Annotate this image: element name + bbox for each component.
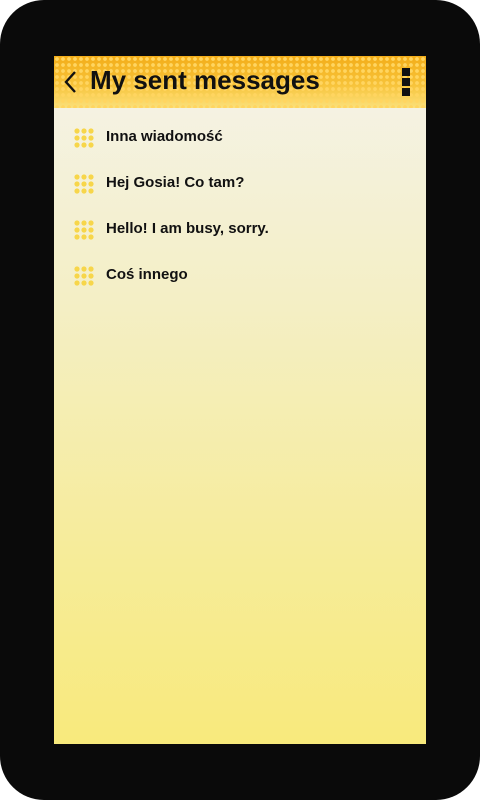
device-frame: My sent messages Inna wiadomość Hej Gosi…: [0, 0, 480, 800]
app-screen: My sent messages Inna wiadomość Hej Gosi…: [54, 56, 426, 744]
icon-dot: [88, 128, 94, 134]
icon-dot: [88, 174, 94, 180]
list-item[interactable]: Coś innego: [54, 258, 426, 304]
message-label: Inna wiadomość: [106, 128, 223, 145]
message-label: Hello! I am busy, sorry.: [106, 220, 269, 237]
icon-dot: [88, 142, 94, 148]
menu-dot: [402, 68, 410, 76]
icon-dot: [74, 128, 80, 134]
list-item[interactable]: Hello! I am busy, sorry.: [54, 212, 426, 258]
icon-dot: [74, 280, 80, 286]
icon-dot: [74, 188, 80, 194]
icon-dot: [88, 181, 94, 187]
icon-dot: [81, 142, 87, 148]
icon-dot: [74, 135, 80, 141]
icon-dot: [81, 280, 87, 286]
icon-dot: [74, 266, 80, 272]
dot-grid-icon: [74, 266, 94, 286]
icon-dot: [81, 273, 87, 279]
app-header: My sent messages: [54, 56, 426, 108]
icon-dot: [81, 227, 87, 233]
list-item[interactable]: Inna wiadomość: [54, 120, 426, 166]
icon-dot: [74, 181, 80, 187]
icon-dot: [74, 142, 80, 148]
icon-dot: [88, 227, 94, 233]
message-label: Coś innego: [106, 266, 188, 283]
icon-dot: [88, 220, 94, 226]
icon-dot: [81, 266, 87, 272]
dot-grid-icon: [74, 174, 94, 194]
dot-grid-icon: [74, 128, 94, 148]
message-label: Hej Gosia! Co tam?: [106, 174, 245, 191]
menu-dot: [402, 78, 410, 86]
icon-dot: [88, 266, 94, 272]
icon-dot: [81, 174, 87, 180]
icon-dot: [74, 234, 80, 240]
overflow-menu-icon[interactable]: [402, 68, 412, 96]
icon-dot: [74, 220, 80, 226]
icon-dot: [81, 188, 87, 194]
icon-dot: [74, 174, 80, 180]
icon-dot: [88, 135, 94, 141]
icon-dot: [88, 273, 94, 279]
icon-dot: [81, 220, 87, 226]
dot-grid-icon: [74, 220, 94, 240]
icon-dot: [74, 273, 80, 279]
chevron-left-icon[interactable]: [62, 70, 80, 94]
icon-dot: [81, 234, 87, 240]
page-title: My sent messages: [90, 65, 320, 95]
icon-dot: [74, 227, 80, 233]
icon-dot: [81, 128, 87, 134]
sent-messages-list: Inna wiadomość Hej Gosia! Co tam? Hello!…: [54, 120, 426, 304]
menu-dot: [402, 88, 410, 96]
icon-dot: [81, 135, 87, 141]
icon-dot: [88, 280, 94, 286]
icon-dot: [88, 234, 94, 240]
icon-dot: [88, 188, 94, 194]
list-item[interactable]: Hej Gosia! Co tam?: [54, 166, 426, 212]
icon-dot: [81, 181, 87, 187]
